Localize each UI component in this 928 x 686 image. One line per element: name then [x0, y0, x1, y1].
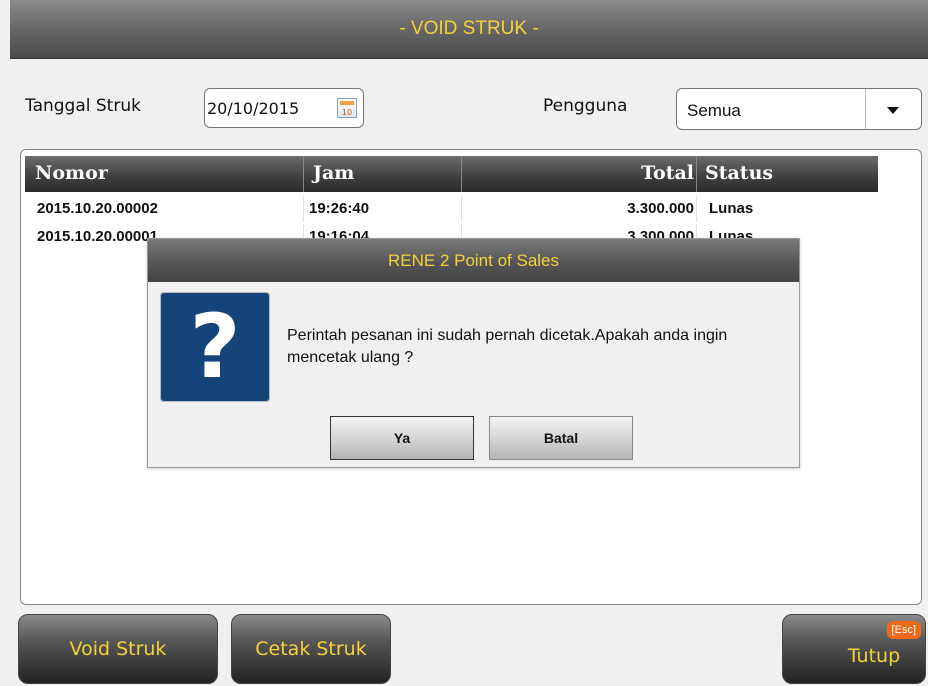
- esc-shortcut-badge: [Esc]: [886, 621, 921, 639]
- void-button[interactable]: Void Struk: [18, 614, 218, 684]
- select-divider: [865, 89, 866, 129]
- column-divider: [303, 196, 304, 222]
- cell-status: Lunas: [709, 200, 754, 217]
- column-divider: [696, 156, 697, 192]
- close-button-label: Tutup: [847, 645, 901, 667]
- cell-total: 3.300.000: [627, 200, 694, 217]
- date-label: Tanggal Struk: [25, 96, 141, 116]
- dialog-message: Perintah pesanan ini sudah pernah diceta…: [287, 327, 728, 366]
- column-divider: [303, 156, 304, 192]
- cancel-button[interactable]: Batal: [489, 416, 633, 460]
- calendar-icon[interactable]: 10: [337, 98, 357, 118]
- column-divider: [696, 196, 697, 222]
- question-icon: ?: [160, 292, 270, 402]
- column-header-status[interactable]: Status: [705, 162, 773, 184]
- chevron-down-icon[interactable]: [887, 107, 899, 114]
- column-divider: [461, 196, 462, 222]
- cell-jam: 19:26:40: [309, 200, 370, 217]
- cell-nomor: 2015.10.20.00002: [37, 200, 158, 217]
- cell-nomor: 2015.10.20.00001: [37, 228, 158, 245]
- grid-header: Nomor Jam Total Status: [25, 156, 878, 192]
- yes-button[interactable]: Ya: [330, 416, 474, 460]
- column-divider: [461, 156, 462, 192]
- table-row[interactable]: 2015.10.20.00002 19:26:40 3.300.000 Luna…: [25, 196, 878, 222]
- user-select[interactable]: Semua: [676, 88, 922, 130]
- column-header-total[interactable]: Total: [641, 162, 694, 184]
- window-title: - VOID STRUK -: [10, 0, 928, 59]
- date-field[interactable]: 20/10/2015 10: [204, 88, 364, 128]
- user-label: Pengguna: [543, 96, 628, 116]
- confirm-dialog: RENE 2 Point of Sales ? Perintah pesanan…: [147, 238, 800, 468]
- print-button[interactable]: Cetak Struk: [231, 614, 391, 684]
- date-value: 20/10/2015: [207, 98, 300, 118]
- user-select-value: Semua: [687, 101, 741, 120]
- column-header-jam[interactable]: Jam: [313, 162, 354, 184]
- close-button[interactable]: Tutup [Esc]: [782, 614, 926, 684]
- column-header-nomor[interactable]: Nomor: [35, 162, 108, 184]
- dialog-title[interactable]: RENE 2 Point of Sales: [148, 239, 799, 282]
